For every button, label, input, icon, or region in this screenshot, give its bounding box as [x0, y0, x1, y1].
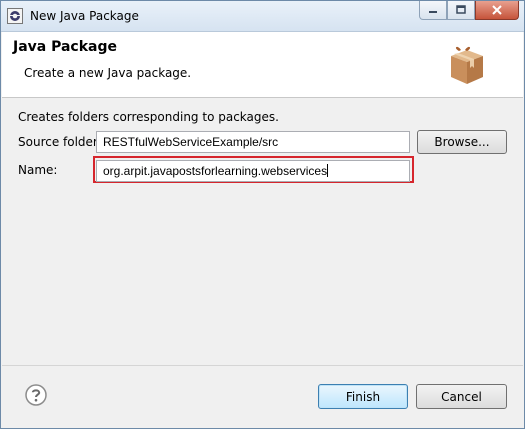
wizard-description: Create a new Java package. [24, 66, 192, 80]
close-icon [492, 5, 502, 15]
name-label: Name: [18, 163, 58, 177]
window-controls [419, 1, 519, 21]
title-bar[interactable]: New Java Package [1, 1, 524, 32]
minimize-icon [429, 11, 437, 13]
window-title: New Java Package [30, 9, 139, 23]
help-icon[interactable] [25, 384, 47, 406]
cancel-button[interactable]: Cancel [416, 384, 507, 409]
package-icon [451, 46, 483, 84]
minimize-button[interactable] [419, 1, 447, 20]
source-folder-value: RESTfulWebServiceExample/src [103, 135, 279, 149]
wizard-title: Java Package [13, 39, 118, 55]
package-name-value: org.arpit.javapostsforlearning.webservic… [103, 164, 328, 178]
text-caret [327, 164, 329, 177]
eclipse-app-icon [7, 8, 23, 24]
source-folder-input[interactable]: RESTfulWebServiceExample/src [96, 131, 410, 153]
maximize-icon [456, 5, 466, 14]
dialog-window: New Java Package Java Package Create a n… [0, 0, 525, 429]
close-button[interactable] [475, 1, 519, 20]
maximize-button[interactable] [447, 1, 475, 20]
source-folder-label: Source folder: [18, 135, 102, 149]
wizard-header: Java Package Create a new Java package. [2, 32, 523, 98]
browse-button[interactable]: Browse... [417, 130, 507, 154]
intro-text: Creates folders corresponding to package… [18, 110, 279, 124]
footer-separator [2, 365, 523, 366]
package-name-input[interactable]: org.arpit.javapostsforlearning.webservic… [96, 160, 410, 182]
finish-button[interactable]: Finish [318, 384, 408, 409]
